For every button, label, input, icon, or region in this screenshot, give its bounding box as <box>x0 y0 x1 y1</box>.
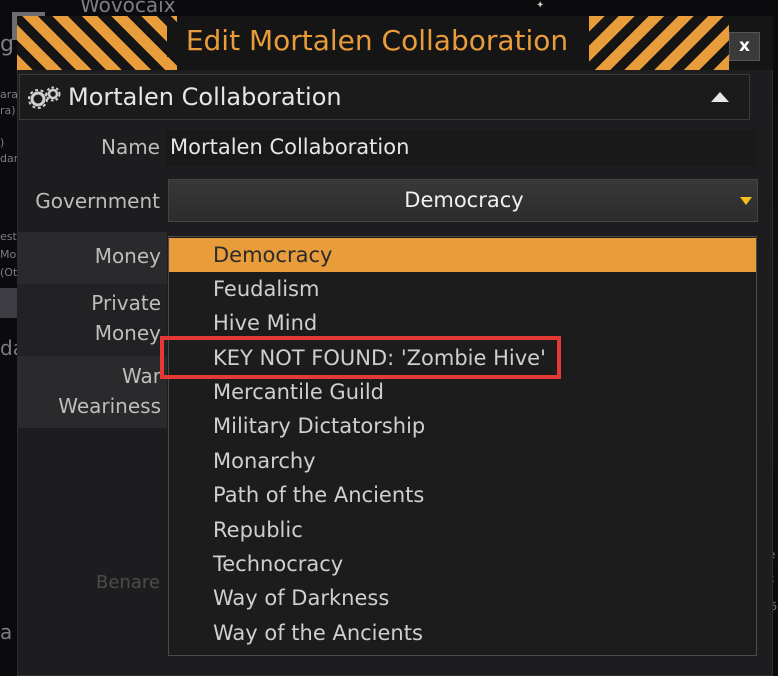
dropdown-option-feudalism[interactable]: Feudalism <box>169 272 756 306</box>
dialog-titlebar: Edit Mortalen Collaboration <box>17 16 773 70</box>
government-label: Government <box>35 189 160 213</box>
background-label: a <box>0 620 13 644</box>
war-weariness-label: War <box>122 364 161 388</box>
section-header[interactable]: Mortalen Collaboration <box>19 74 750 120</box>
name-value: Mortalen Collaboration <box>170 135 410 159</box>
dropdown-option-technocracy[interactable]: Technocracy <box>169 547 756 581</box>
background-label: Benare <box>96 572 160 593</box>
dropdown-option-military-dictatorship[interactable]: Military Dictatorship <box>169 409 756 443</box>
hazard-stripes-right <box>589 16 729 70</box>
dropdown-arrow-icon <box>740 197 752 205</box>
government-dropdown-list[interactable]: Democracy Feudalism Hive Mind KEY NOT FO… <box>168 236 757 656</box>
name-field[interactable]: Mortalen Collaboration <box>166 130 756 166</box>
dropdown-option-mercantile-guild[interactable]: Mercantile Guild <box>169 375 756 409</box>
close-button[interactable]: x <box>729 32 760 61</box>
background-label: g <box>0 32 14 57</box>
dialog-title: Edit Mortalen Collaboration <box>167 24 587 57</box>
star-icon: ✦ <box>536 0 545 11</box>
dropdown-option-democracy[interactable]: Democracy <box>169 238 756 272</box>
collapse-icon[interactable] <box>711 92 729 102</box>
dropdown-option-republic[interactable]: Republic <box>169 513 756 547</box>
gears-icon <box>28 86 61 109</box>
section-title: Mortalen Collaboration <box>68 83 342 111</box>
highlight-box <box>160 336 561 379</box>
dropdown-option-hive-mind[interactable]: Hive Mind <box>169 306 756 340</box>
government-select[interactable]: Democracy <box>168 179 758 222</box>
background-label: ara <box>0 88 19 101</box>
private-money-label: Private <box>91 291 161 315</box>
war-weariness-label: Weariness <box>58 394 161 418</box>
dropdown-option-way-of-darkness[interactable]: Way of Darkness <box>169 581 756 615</box>
name-label: Name <box>100 135 160 159</box>
background-label: ) <box>0 136 5 149</box>
government-value: Democracy <box>404 188 524 212</box>
hazard-stripes-left <box>17 16 177 70</box>
dropdown-option-way-of-the-ancients[interactable]: Way of the Ancients <box>169 616 756 650</box>
dropdown-option-monarchy[interactable]: Monarchy <box>169 444 756 478</box>
dropdown-option-path-of-the-ancients[interactable]: Path of the Ancients <box>169 478 756 512</box>
private-money-label: Money <box>94 321 161 345</box>
background-label: est <box>0 230 17 243</box>
background-label: (Ot <box>0 266 18 279</box>
money-label: Money <box>94 244 161 268</box>
background-panel <box>0 288 17 318</box>
background-label: Wovocaix <box>80 0 176 17</box>
background-label: ra) <box>0 104 16 117</box>
